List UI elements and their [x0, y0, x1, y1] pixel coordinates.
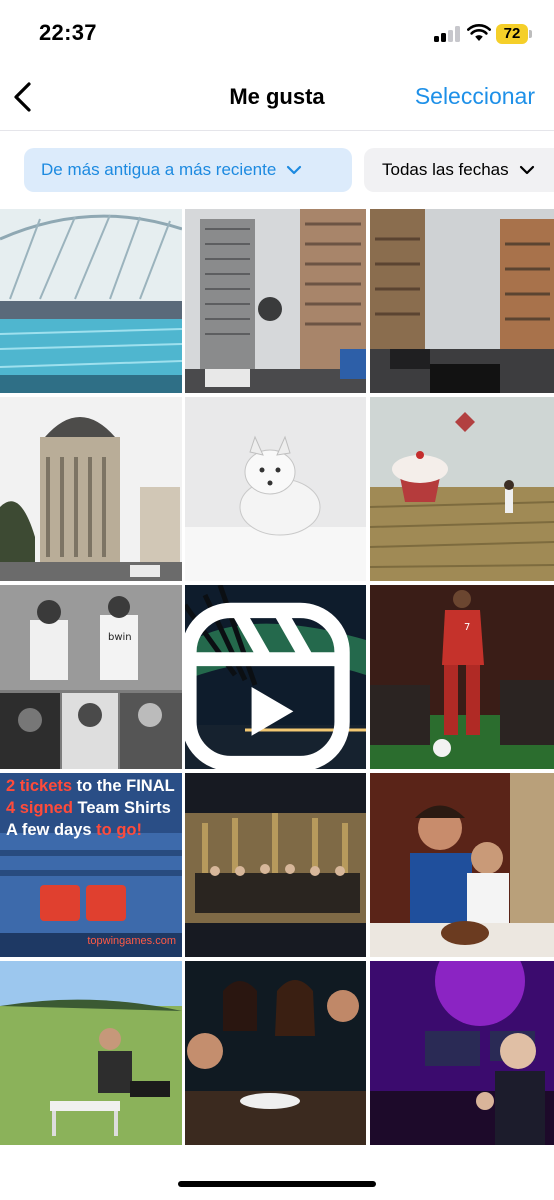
post-thumbnail-metropolis-building[interactable] [0, 397, 182, 581]
promo-line2-rest: Team Shirts [72, 799, 171, 817]
chevron-down-icon [287, 165, 302, 175]
post-thumbnail-concert[interactable] [370, 961, 554, 1145]
date-filter-dropdown[interactable]: Todas las fechas [364, 148, 554, 192]
sort-order-dropdown[interactable]: De más antigua a más reciente [24, 148, 352, 192]
post-image [0, 961, 182, 1145]
filter-bar: De más antigua a más reciente Todas las … [0, 148, 554, 192]
promo-line3-highlight: to go! [91, 821, 142, 839]
post-thumbnail-football-players-collage[interactable]: bwin [0, 585, 182, 769]
post-thumbnail-friends-dinner[interactable] [185, 961, 366, 1145]
promo-line1-highlight: 2 tickets [6, 777, 73, 795]
post-image [185, 209, 366, 393]
post-thumbnail-birthday-kids[interactable] [370, 773, 554, 957]
navigation-bar: Me gusta Seleccionar [0, 64, 554, 131]
post-image [185, 961, 366, 1145]
post-thumbnail-northern-lights[interactable] [185, 585, 366, 769]
post-thumbnail-ronaldo-statue[interactable]: 7 [370, 585, 554, 769]
post-image [370, 961, 554, 1145]
promo-line2-highlight: 4 signed [6, 799, 73, 817]
post-image [185, 773, 366, 957]
post-image [185, 397, 366, 581]
status-time: 22:37 [39, 20, 97, 45]
home-indicator[interactable] [178, 1181, 376, 1187]
chevron-down-icon [519, 165, 534, 175]
promo-line1-middle: to the [72, 777, 127, 795]
post-thumbnail-church-group[interactable] [185, 773, 366, 957]
post-thumbnail-arctic-fox[interactable] [185, 397, 366, 581]
post-thumbnail-cupcake-field[interactable] [370, 397, 554, 581]
promo-line1-final: FINAL [126, 777, 175, 795]
post-image: bwin [0, 585, 182, 769]
post-thumbnail-gran-via[interactable] [370, 209, 554, 393]
post-image: 7 [370, 585, 554, 769]
shirt-sponsor-text: bwin [108, 632, 132, 643]
post-thumbnail-tickets-promo[interactable]: 2 tickets to the FINAL 4 signed Team Shi… [0, 773, 182, 957]
battery-icon: 72 [496, 24, 532, 44]
jersey-number: 7 [464, 622, 470, 633]
date-filter-label: Todas las fechas [382, 160, 509, 179]
wifi-icon [467, 24, 491, 41]
cellular-signal-icon [434, 26, 460, 42]
status-bar: 22:37 72 [0, 0, 554, 64]
post-image [0, 397, 182, 581]
reels-icon [185, 602, 350, 769]
post-thumbnail-swimming-pool[interactable] [0, 209, 182, 393]
post-image [0, 209, 182, 393]
post-image [370, 397, 554, 581]
select-button[interactable]: Seleccionar [415, 83, 535, 110]
post-image [370, 209, 554, 393]
post-image [370, 773, 554, 957]
post-thumbnail-madrid-tower[interactable] [185, 209, 366, 393]
battery-level: 72 [503, 25, 521, 42]
promo-line3-start: A few days [6, 821, 92, 839]
post-thumbnail-park-bench[interactable] [0, 961, 182, 1145]
sort-order-label: De más antigua a más reciente [41, 160, 277, 179]
promo-website: topwingames.com [87, 935, 176, 947]
